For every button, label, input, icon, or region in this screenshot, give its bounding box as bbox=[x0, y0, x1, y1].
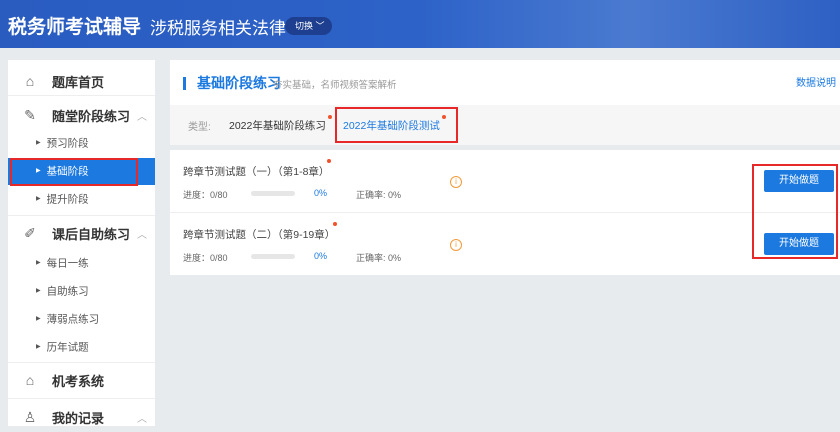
page-title: 基础阶段练习 bbox=[197, 75, 281, 91]
sidebar-group-my-records[interactable]: ♙ 我的记录 ︿ bbox=[8, 402, 155, 432]
tab-2022-basic-practice[interactable]: 2022年基础阶段练习 bbox=[229, 115, 332, 133]
sidebar-group-class-practice[interactable]: ✎ 随堂阶段练习 ︿ bbox=[8, 100, 155, 130]
tab-2022-basic-test[interactable]: 2022年基础阶段测试 bbox=[343, 115, 446, 133]
triangle-icon: ▶ bbox=[36, 344, 41, 350]
triangle-icon: ▶ bbox=[36, 140, 41, 146]
home-icon: ⌂ bbox=[25, 73, 35, 89]
pencil-icon: ✎ bbox=[24, 106, 36, 123]
test-title: 跨章节测试题（一）（第1-8章） bbox=[183, 166, 330, 178]
sidebar-item-label: 每日一练 bbox=[46, 257, 89, 270]
sidebar-group-self-practice[interactable]: ✐ 课后自助练习 ︿ bbox=[8, 218, 155, 248]
chevron-up-icon: ︿ bbox=[137, 413, 147, 425]
sidebar-item-weak-points[interactable]: ▶ 薄弱点练习 bbox=[8, 306, 155, 333]
progress-percent: 0% bbox=[314, 188, 328, 198]
accuracy: 正确率: 0% bbox=[356, 253, 402, 263]
sidebar-item-past-exams[interactable]: ▶ 历年试题 bbox=[8, 334, 155, 361]
sidebar-item-self[interactable]: ▶ 自助练习 bbox=[8, 278, 155, 305]
practice-header-panel: 基础阶段练习 夯实基础，名师视频答案解析 数据说明 类型: 2022年基础阶段练… bbox=[170, 60, 840, 145]
home-icon: ⌂ bbox=[25, 372, 35, 388]
triangle-icon: ▶ bbox=[36, 316, 41, 322]
divider bbox=[8, 95, 155, 96]
brand-title: 税务师考试辅导 bbox=[8, 17, 142, 38]
sidebar-item-home[interactable]: ⌂ 题库首页 bbox=[8, 66, 155, 96]
sidebar-item-label: 随堂阶段练习 bbox=[52, 108, 131, 124]
sidebar-item-label: 自助练习 bbox=[46, 285, 89, 298]
sidebar-item-label: 提升阶段 bbox=[46, 193, 89, 206]
progress-label: 进度：0/80 bbox=[183, 190, 228, 200]
sidebar-item-label: 我的记录 bbox=[52, 410, 105, 426]
user-icon: ♙ bbox=[23, 408, 37, 425]
divider bbox=[8, 215, 155, 216]
sidebar-item-advanced[interactable]: ▶ 提升阶段 bbox=[8, 186, 155, 213]
progress-label: 进度：0/80 bbox=[183, 253, 228, 263]
test-list: 跨章节测试题（一）（第1-8章） 进度：0/80 0% 正确率: 0% i 开始… bbox=[170, 150, 840, 275]
new-dot bbox=[327, 159, 331, 163]
progress-percent: 0% bbox=[314, 251, 328, 261]
triangle-icon: ▶ bbox=[36, 196, 41, 202]
type-filter-row: 类型: 2022年基础阶段练习 2022年基础阶段测试 bbox=[170, 105, 840, 145]
sidebar-item-label: 历年试题 bbox=[46, 341, 89, 354]
start-button[interactable]: 开始做题 bbox=[764, 233, 834, 255]
sidebar-item-label: 题库首页 bbox=[52, 74, 105, 90]
sidebar-item-label: 预习阶段 bbox=[46, 137, 89, 150]
tab-label: 2022年基础阶段练习 bbox=[229, 120, 326, 132]
header: 税务师考试辅导 涉税服务相关法律 切换 ﹀ bbox=[0, 0, 840, 48]
info-icon[interactable]: i bbox=[450, 176, 462, 188]
info-icon[interactable]: i bbox=[450, 239, 462, 251]
test-title: 跨章节测试题（二）（第9-19章） bbox=[183, 229, 336, 241]
divider bbox=[8, 398, 155, 399]
type-label: 类型: bbox=[188, 122, 211, 133]
progress-bar bbox=[251, 191, 295, 196]
chevron-up-icon: ︿ bbox=[137, 111, 147, 123]
subject-title: 涉税服务相关法律 bbox=[150, 19, 286, 38]
sidebar-item-exam-system[interactable]: ⌂ 机考系统 bbox=[8, 365, 155, 395]
list-item: 跨章节测试题（二）（第9-19章） 进度：0/80 0% 正确率: 0% i 开… bbox=[170, 213, 840, 275]
triangle-icon: ▶ bbox=[36, 168, 41, 174]
switch-subject-button[interactable]: 切换 ﹀ bbox=[285, 17, 332, 35]
sidebar-item-label: 课后自助练习 bbox=[52, 226, 131, 242]
sidebar-item-preview[interactable]: ▶ 预习阶段 bbox=[8, 130, 155, 157]
sidebar-item-label: 机考系统 bbox=[52, 373, 105, 389]
chevron-up-icon: ︿ bbox=[137, 229, 147, 241]
notebook-icon: ✐ bbox=[24, 224, 36, 241]
triangle-icon: ▶ bbox=[36, 288, 41, 294]
triangle-icon: ▶ bbox=[36, 260, 41, 266]
accuracy: 正确率: 0% bbox=[356, 190, 402, 200]
new-dot bbox=[327, 115, 332, 119]
sidebar-item-basic[interactable]: ▶ 基础阶段 bbox=[8, 158, 155, 185]
sidebar-item-label: 薄弱点练习 bbox=[46, 313, 100, 326]
new-dot bbox=[333, 222, 337, 226]
page-subtitle: 夯实基础，名师视频答案解析 bbox=[273, 80, 397, 91]
title-accent-bar bbox=[183, 77, 186, 90]
start-button[interactable]: 开始做题 bbox=[764, 170, 834, 192]
sidebar: ⌂ 题库首页 ✎ 随堂阶段练习 ︿ ▶ 预习阶段 ▶ 基础阶段 ▶ 提升阶段 ✐ 课后自助练习… bbox=[8, 60, 155, 426]
new-dot bbox=[441, 115, 446, 119]
list-item: 跨章节测试题（一）（第1-8章） 进度：0/80 0% 正确率: 0% i 开始… bbox=[170, 150, 840, 213]
progress-bar bbox=[251, 254, 295, 259]
divider bbox=[8, 362, 155, 363]
data-explanation-link[interactable]: 数据说明 bbox=[796, 74, 836, 89]
sidebar-item-daily[interactable]: ▶ 每日一练 bbox=[8, 250, 155, 277]
sidebar-item-label: 基础阶段 bbox=[46, 165, 89, 178]
tab-label: 2022年基础阶段测试 bbox=[343, 120, 440, 132]
